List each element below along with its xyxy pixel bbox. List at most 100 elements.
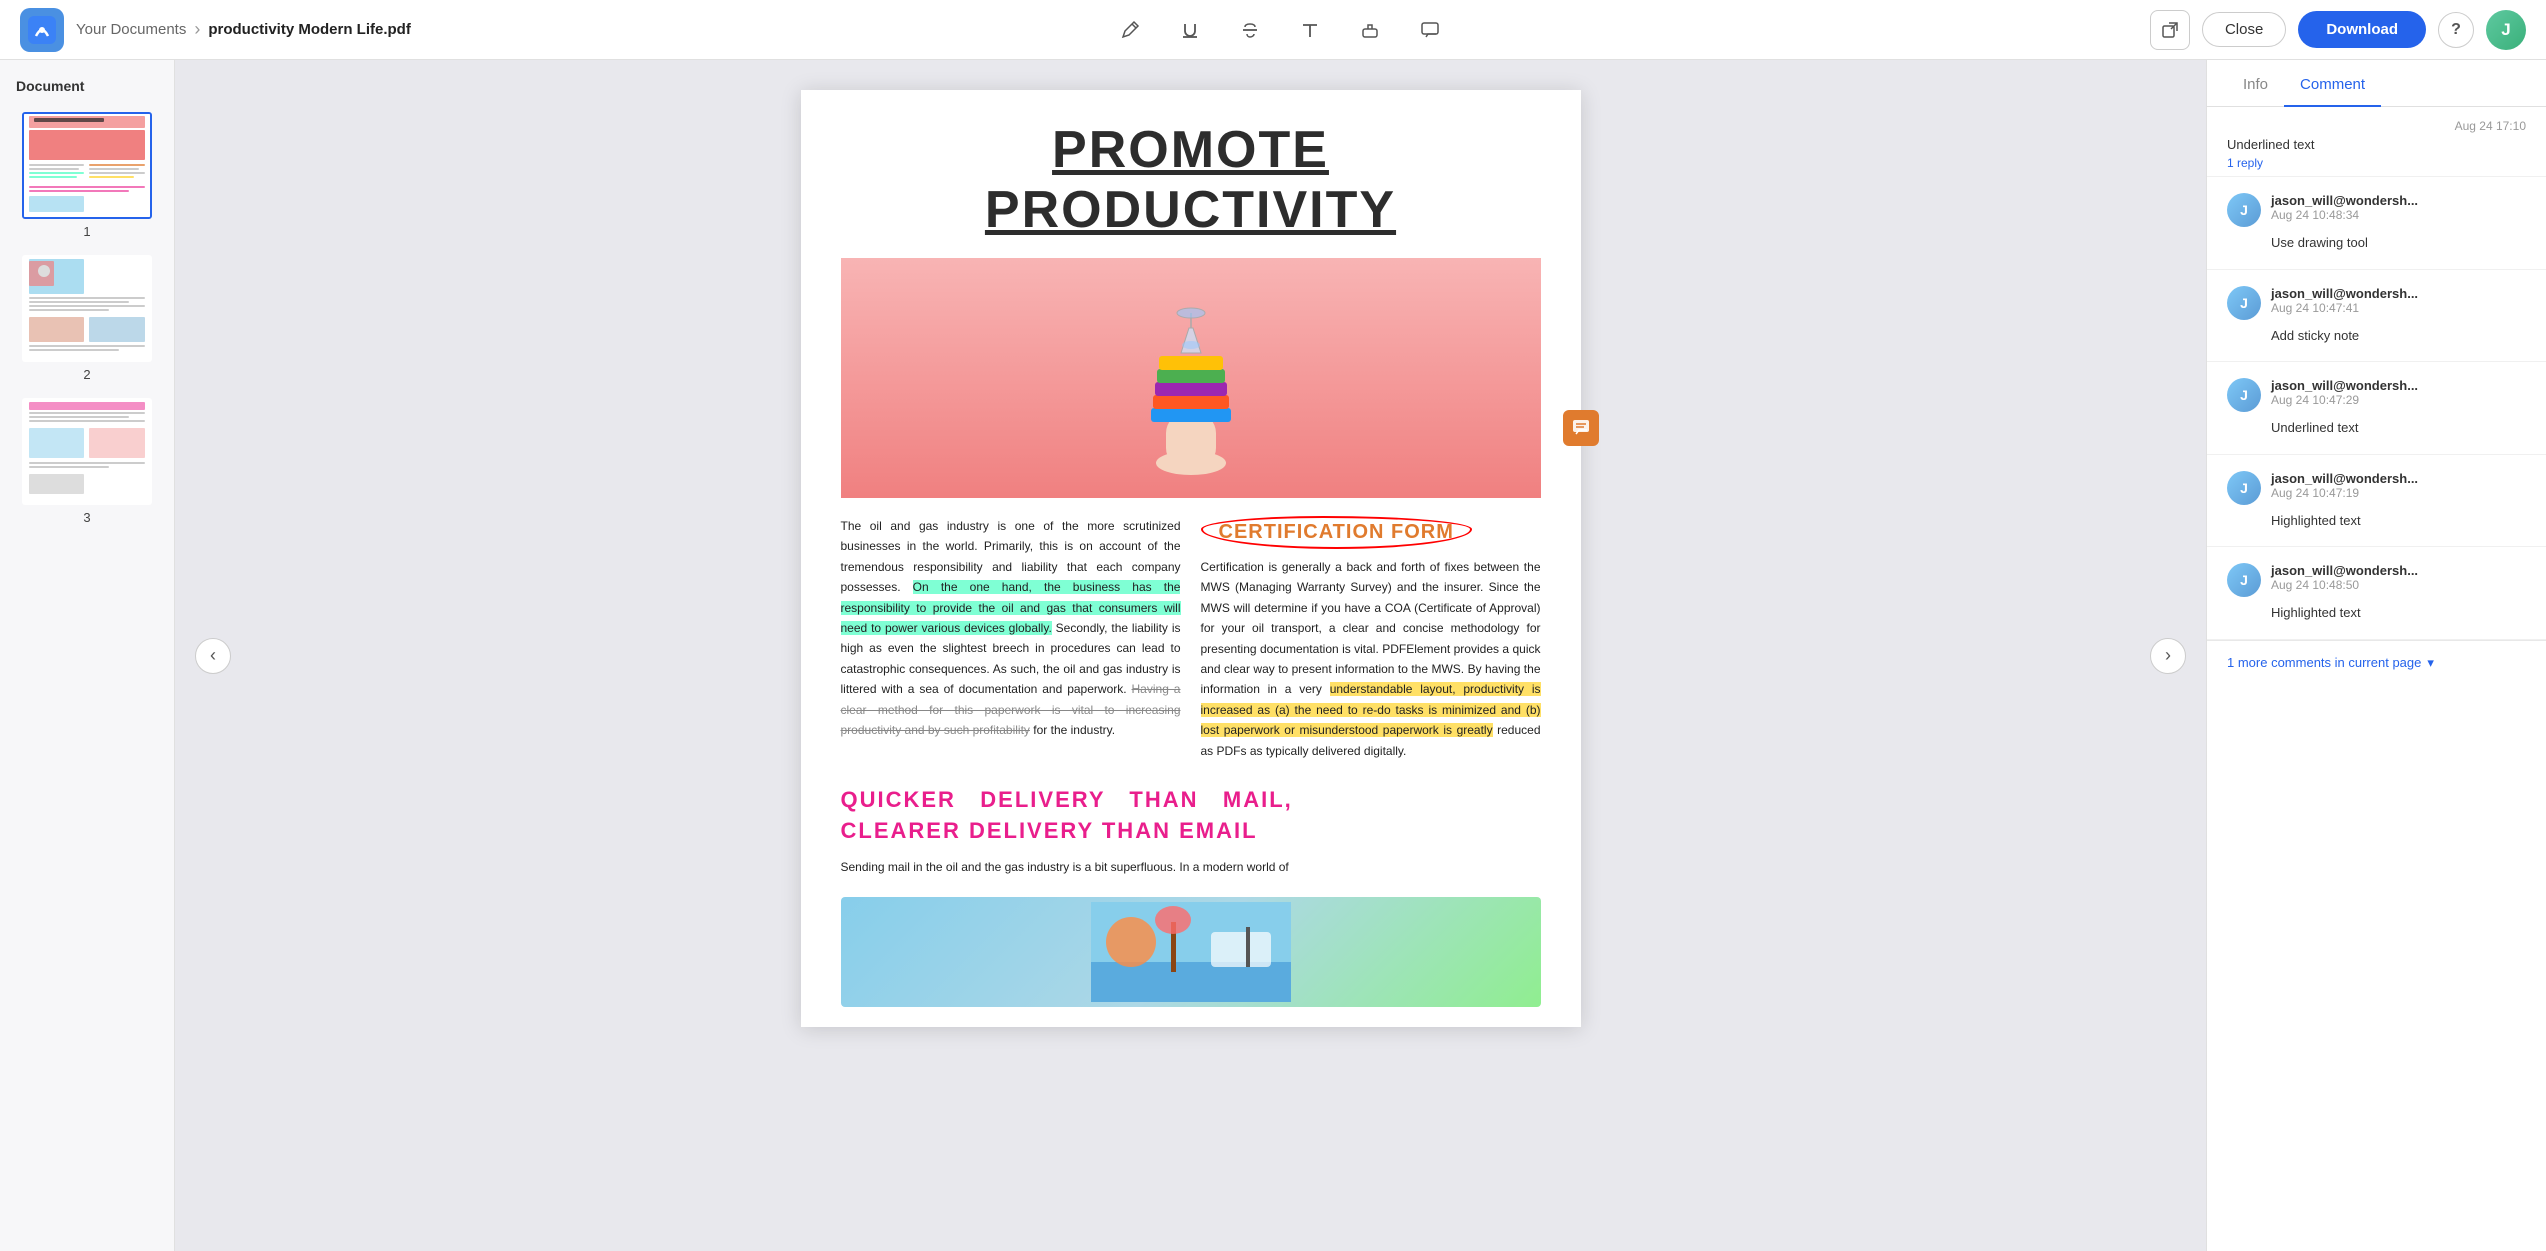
comment-header-1: J jason_will@wondersh... Aug 24 10:48:34 bbox=[2227, 193, 2526, 227]
download-button[interactable]: Download bbox=[2298, 11, 2426, 48]
page-num-3: 3 bbox=[83, 510, 90, 525]
first-comment-block: Aug 24 17:10 Underlined text 1 reply bbox=[2207, 107, 2546, 177]
hero-visual bbox=[841, 258, 1541, 498]
pdf-right-col: CERTIFICATION FORM Certification is gene… bbox=[1201, 516, 1541, 761]
close-button[interactable]: Close bbox=[2202, 12, 2286, 47]
thumb-canvas-2 bbox=[24, 257, 150, 360]
page-num-2: 2 bbox=[83, 367, 90, 382]
pdf-right-text: Certification is generally a back and fo… bbox=[1201, 557, 1541, 761]
comment-time-1: Aug 24 10:48:34 bbox=[2271, 208, 2526, 222]
pdf-hero-image bbox=[841, 258, 1541, 498]
right-para-1: Certification is generally a back and fo… bbox=[1201, 560, 1541, 696]
comment-time-5: Aug 24 10:48:50 bbox=[2271, 578, 2526, 592]
first-comment-time: Aug 24 17:10 bbox=[2227, 119, 2526, 133]
chevron-down-icon: ▾ bbox=[2427, 655, 2434, 671]
underline-tool-button[interactable] bbox=[1172, 12, 1208, 48]
quicker-delivery-section: QUICKER DELIVERY THAN MAIL,CLEARER DELIV… bbox=[801, 761, 1581, 847]
first-comment-reply[interactable]: 1 reply bbox=[2227, 156, 2526, 170]
left-para-3: for the industry. bbox=[1030, 723, 1115, 737]
comment-item-5: J jason_will@wondersh... Aug 24 10:48:50… bbox=[2207, 547, 2546, 640]
page-thumb-3[interactable]: 3 bbox=[0, 390, 174, 533]
user-avatar[interactable]: J bbox=[2486, 10, 2526, 50]
cert-form-title: CERTIFICATION FORM bbox=[1219, 521, 1454, 543]
thumb-canvas-3 bbox=[24, 400, 150, 503]
breadcrumb: Your Documents › productivity Modern Lif… bbox=[76, 19, 411, 40]
pdf-left-col: The oil and gas industry is one of the m… bbox=[841, 516, 1181, 761]
external-link-button[interactable] bbox=[2150, 10, 2190, 50]
comment-body-4: Highlighted text bbox=[2227, 511, 2526, 531]
pdf-content: The oil and gas industry is one of the m… bbox=[801, 498, 1581, 761]
sidebar: Document bbox=[0, 60, 175, 1251]
prev-page-button[interactable]: ‹ bbox=[195, 638, 231, 674]
comment-header-3: J jason_will@wondersh... Aug 24 10:47:29 bbox=[2227, 378, 2526, 412]
comment-author-4: jason_will@wondersh... bbox=[2271, 471, 2526, 486]
app-logo bbox=[20, 8, 64, 52]
strikethrough-tool-button[interactable] bbox=[1232, 12, 1268, 48]
text-tool-button[interactable] bbox=[1292, 12, 1328, 48]
pdf-title: PROMOTE PRODUCTIVITY bbox=[801, 90, 1581, 240]
thumb-img-wrap-1 bbox=[22, 112, 152, 219]
tab-info[interactable]: Info bbox=[2227, 60, 2284, 107]
help-button[interactable]: ? bbox=[2438, 12, 2474, 48]
comment-avatar-5: J bbox=[2227, 563, 2261, 597]
comment-time-3: Aug 24 10:47:29 bbox=[2271, 393, 2526, 407]
right-panel: Info Comment Aug 24 17:10 Underlined tex… bbox=[2206, 60, 2546, 1251]
breadcrumb-current: productivity Modern Life.pdf bbox=[208, 21, 411, 38]
pdf-page: PROMOTE PRODUCTIVITY bbox=[801, 90, 1581, 1027]
comment-item-3: J jason_will@wondersh... Aug 24 10:47:29… bbox=[2207, 362, 2546, 455]
toolbar-right: Close Download ? J bbox=[2150, 10, 2526, 50]
tab-comment[interactable]: Comment bbox=[2284, 60, 2381, 107]
comment-meta-1: jason_will@wondersh... Aug 24 10:48:34 bbox=[2271, 193, 2526, 222]
next-page-button[interactable]: › bbox=[2150, 638, 2186, 674]
document-viewer: ‹ › PROMOTE PRODUCTIVITY bbox=[175, 60, 2206, 1251]
comment-meta-2: jason_will@wondersh... Aug 24 10:47:41 bbox=[2271, 286, 2526, 315]
more-comments-link[interactable]: 1 more comments in current page ▾ bbox=[2207, 640, 2546, 685]
comment-author-5: jason_will@wondersh... bbox=[2271, 563, 2526, 578]
comment-body-5: Highlighted text bbox=[2227, 603, 2526, 623]
comment-time-2: Aug 24 10:47:41 bbox=[2271, 301, 2526, 315]
first-comment-text: Underlined text bbox=[2227, 137, 2526, 152]
bottom-image bbox=[841, 897, 1541, 1007]
comment-meta-5: jason_will@wondersh... Aug 24 10:48:50 bbox=[2271, 563, 2526, 592]
pdf-left-text: The oil and gas industry is one of the m… bbox=[841, 516, 1181, 740]
comment-float-icon[interactable] bbox=[1563, 410, 1599, 446]
comment-header-2: J jason_will@wondersh... Aug 24 10:47:41 bbox=[2227, 286, 2526, 320]
comment-header-5: J jason_will@wondersh... Aug 24 10:48:50 bbox=[2227, 563, 2526, 597]
eraser-tool-button[interactable] bbox=[1352, 12, 1388, 48]
thumb-canvas-1 bbox=[24, 114, 150, 217]
comment-item-4: J jason_will@wondersh... Aug 24 10:47:19… bbox=[2207, 455, 2546, 548]
page-thumb-1[interactable]: 1 bbox=[0, 104, 174, 247]
toolbar: Your Documents › productivity Modern Lif… bbox=[0, 0, 2546, 60]
toolbar-tools bbox=[423, 12, 2138, 48]
comment-body-1: Use drawing tool bbox=[2227, 233, 2526, 253]
breadcrumb-parent[interactable]: Your Documents bbox=[76, 21, 186, 38]
comment-avatar-2: J bbox=[2227, 286, 2261, 320]
sidebar-title: Document bbox=[0, 60, 174, 104]
panel-tabs: Info Comment bbox=[2207, 60, 2546, 107]
comment-body-3: Underlined text bbox=[2227, 418, 2526, 438]
cert-form-wrapper: CERTIFICATION FORM bbox=[1201, 516, 1541, 549]
page-thumb-2[interactable]: 2 bbox=[0, 247, 174, 390]
pencil-tool-button[interactable] bbox=[1112, 12, 1148, 48]
bottom-left-text: Sending mail in the oil and the gas indu… bbox=[841, 857, 1541, 877]
comment-header-4: J jason_will@wondersh... Aug 24 10:47:19 bbox=[2227, 471, 2526, 505]
breadcrumb-separator: › bbox=[194, 19, 200, 40]
quicker-delivery-text: QUICKER DELIVERY THAN MAIL,CLEARER DELIV… bbox=[841, 785, 1541, 847]
comment-body-2: Add sticky note bbox=[2227, 326, 2526, 346]
cert-form-box: CERTIFICATION FORM bbox=[1201, 516, 1472, 549]
comment-item-1: J jason_will@wondersh... Aug 24 10:48:34… bbox=[2207, 177, 2546, 270]
bottom-section: Sending mail in the oil and the gas indu… bbox=[801, 847, 1581, 897]
comment-avatar-3: J bbox=[2227, 378, 2261, 412]
thumb-img-wrap-2 bbox=[22, 255, 152, 362]
comment-item-2: J jason_will@wondersh... Aug 24 10:47:41… bbox=[2207, 270, 2546, 363]
panel-content: Aug 24 17:10 Underlined text 1 reply J j… bbox=[2207, 107, 2546, 1251]
comment-avatar-1: J bbox=[2227, 193, 2261, 227]
comment-author-1: jason_will@wondersh... bbox=[2271, 193, 2526, 208]
comment-meta-4: jason_will@wondersh... Aug 24 10:47:19 bbox=[2271, 471, 2526, 500]
main-area: Document bbox=[0, 60, 2546, 1251]
comment-author-2: jason_will@wondersh... bbox=[2271, 286, 2526, 301]
thumb-img-wrap-3 bbox=[22, 398, 152, 505]
comment-tool-button[interactable] bbox=[1412, 12, 1448, 48]
comment-meta-3: jason_will@wondersh... Aug 24 10:47:29 bbox=[2271, 378, 2526, 407]
page-num-1: 1 bbox=[83, 224, 90, 239]
